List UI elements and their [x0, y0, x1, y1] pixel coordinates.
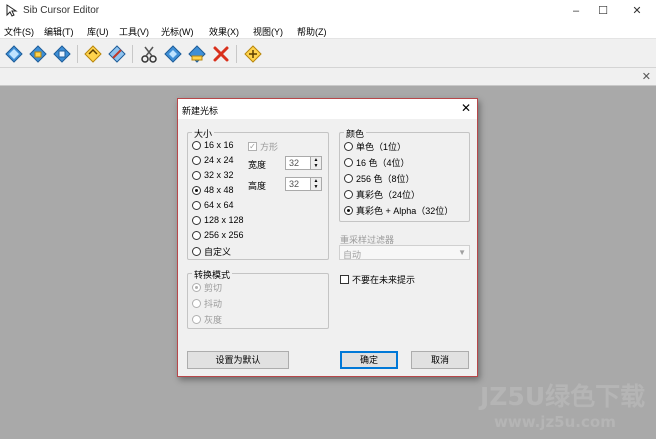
size-group: 大小 16 x 16 24 x 24 32 x 32 48 x 48 64 x …: [187, 127, 329, 260]
menu-edit[interactable]: 编辑(T): [44, 25, 74, 38]
radio-icon: [344, 158, 353, 167]
dialog-title-bar: 新建光标 ✕: [178, 99, 477, 119]
convert-mode-group: 转换模式 剪切 抖动 灰度: [187, 268, 329, 329]
menu-tools[interactable]: 工具(V): [119, 25, 149, 38]
menu-help[interactable]: 帮助(Z): [297, 25, 327, 38]
size-group-legend: 大小: [192, 127, 215, 140]
color-option-truecolor[interactable]: 真彩色（24位）: [344, 188, 420, 201]
height-spinner[interactable]: 32 ▲ ▼: [285, 177, 322, 191]
checkbox-icon: [340, 275, 349, 284]
color-option-mono[interactable]: 单色（1位）: [344, 140, 406, 153]
window-title: Sib Cursor Editor: [23, 5, 100, 16]
color-group-legend: 颜色: [344, 127, 367, 140]
size-option-128[interactable]: 128 x 128: [192, 215, 244, 225]
menu-bar: 文件(S) 编辑(T) 库(U) 工具(V) 光标(W) 效果(X) 视图(Y)…: [0, 22, 656, 38]
copy-icon[interactable]: [162, 43, 184, 65]
menu-file[interactable]: 文件(S): [4, 25, 34, 38]
size-option-48[interactable]: 48 x 48: [192, 185, 234, 195]
radio-checked-icon: [192, 283, 201, 292]
radio-icon: [192, 170, 201, 180]
toolbar-separator: [132, 45, 133, 63]
menu-cursor[interactable]: 光标(W): [161, 25, 194, 38]
close-document-icon[interactable]: ✕: [642, 70, 651, 83]
delete-icon[interactable]: [210, 43, 232, 65]
color-group: 颜色 单色（1位） 16 色（4位） 256 色（8位） 真彩色（24位） 真彩…: [339, 127, 470, 222]
spinner-arrows-icon[interactable]: ▲ ▼: [310, 178, 321, 190]
paste-icon[interactable]: [186, 43, 208, 65]
edit-icon[interactable]: [106, 43, 128, 65]
height-value: 32: [289, 179, 300, 189]
radio-icon: [344, 174, 353, 183]
size-option-64[interactable]: 64 x 64: [192, 200, 234, 210]
ok-button[interactable]: 确定: [340, 351, 398, 369]
radio-icon: [192, 247, 201, 256]
size-option-24[interactable]: 24 x 24: [192, 155, 234, 165]
radio-icon: [192, 155, 201, 165]
dialog-title: 新建光标: [182, 106, 219, 116]
toolbar-separator: [236, 45, 237, 63]
height-label: 高度: [248, 181, 267, 191]
dialog-close-button[interactable]: ✕: [461, 101, 471, 115]
app-cursor-icon: [6, 4, 18, 17]
convert-option-dither[interactable]: 抖动: [192, 297, 222, 310]
color-option-16[interactable]: 16 色（4位）: [344, 156, 410, 169]
square-checkbox[interactable]: ✓ 方形: [248, 140, 278, 153]
set-default-button[interactable]: 设置为默认: [187, 351, 289, 369]
width-spinner[interactable]: 32 ▲ ▼: [285, 156, 322, 170]
checkmark-icon: ✓: [248, 142, 257, 151]
radio-icon: [192, 299, 201, 308]
save-icon[interactable]: [51, 43, 73, 65]
radio-icon: [192, 315, 201, 324]
cancel-button[interactable]: 取消: [411, 351, 469, 369]
radio-icon: [192, 215, 201, 225]
radio-checked-icon: [192, 185, 201, 195]
size-option-custom[interactable]: 自定义: [192, 245, 231, 258]
watermark-brand: JZ5U绿色下载: [480, 382, 646, 411]
spinner-arrows-icon[interactable]: ▲ ▼: [310, 157, 321, 169]
convert-mode-legend: 转换模式: [192, 268, 233, 281]
radio-checked-icon: [344, 206, 353, 215]
radio-icon: [192, 140, 201, 150]
size-option-32[interactable]: 32 x 32: [192, 170, 234, 180]
minimize-button[interactable]: –: [563, 2, 589, 20]
toolbar: [0, 38, 656, 68]
watermark: JZ5U绿色下载 www.jz5u.com: [480, 382, 652, 436]
width-label: 宽度: [248, 160, 267, 170]
menu-library[interactable]: 库(U): [87, 25, 109, 38]
watermark-url: www.jz5u.com: [494, 413, 616, 431]
size-option-16[interactable]: 16 x 16: [192, 140, 234, 150]
chevron-down-icon: ▼: [458, 248, 466, 257]
color-option-truecolor-alpha[interactable]: 真彩色 + Alpha（32位）: [344, 204, 453, 217]
convert-option-grayscale[interactable]: 灰度: [192, 313, 222, 326]
toolbar-separator: [77, 45, 78, 63]
cut-icon[interactable]: [138, 43, 160, 65]
resample-filter-value: 自动: [343, 250, 362, 260]
document-bar: ✕: [0, 68, 656, 86]
new-cursor-dialog: 新建光标 ✕ 大小 16 x 16 24 x 24 32 x 32 48 x 4…: [177, 98, 478, 377]
menu-view[interactable]: 视图(Y): [253, 25, 283, 38]
menu-effects[interactable]: 效果(X): [209, 25, 239, 38]
radio-icon: [344, 142, 353, 151]
library-icon[interactable]: [82, 43, 104, 65]
open-icon[interactable]: [27, 43, 49, 65]
new-icon[interactable]: [3, 43, 25, 65]
title-bar: Sib Cursor Editor – ☐ ✕: [0, 0, 656, 22]
radio-icon: [192, 200, 201, 210]
radio-icon: [344, 190, 353, 199]
resample-filter-select[interactable]: 自动 ▼: [339, 245, 470, 260]
radio-icon: [192, 230, 201, 240]
convert-option-crop[interactable]: 剪切: [192, 281, 222, 294]
width-value: 32: [289, 158, 300, 168]
maximize-button[interactable]: ☐: [590, 2, 616, 20]
size-option-256[interactable]: 256 x 256: [192, 230, 244, 240]
dont-show-again-checkbox[interactable]: 不要在未来提示: [340, 273, 415, 286]
color-option-256[interactable]: 256 色（8位）: [344, 172, 415, 185]
tool-icon[interactable]: [242, 43, 264, 65]
close-window-button[interactable]: ✕: [624, 2, 650, 20]
